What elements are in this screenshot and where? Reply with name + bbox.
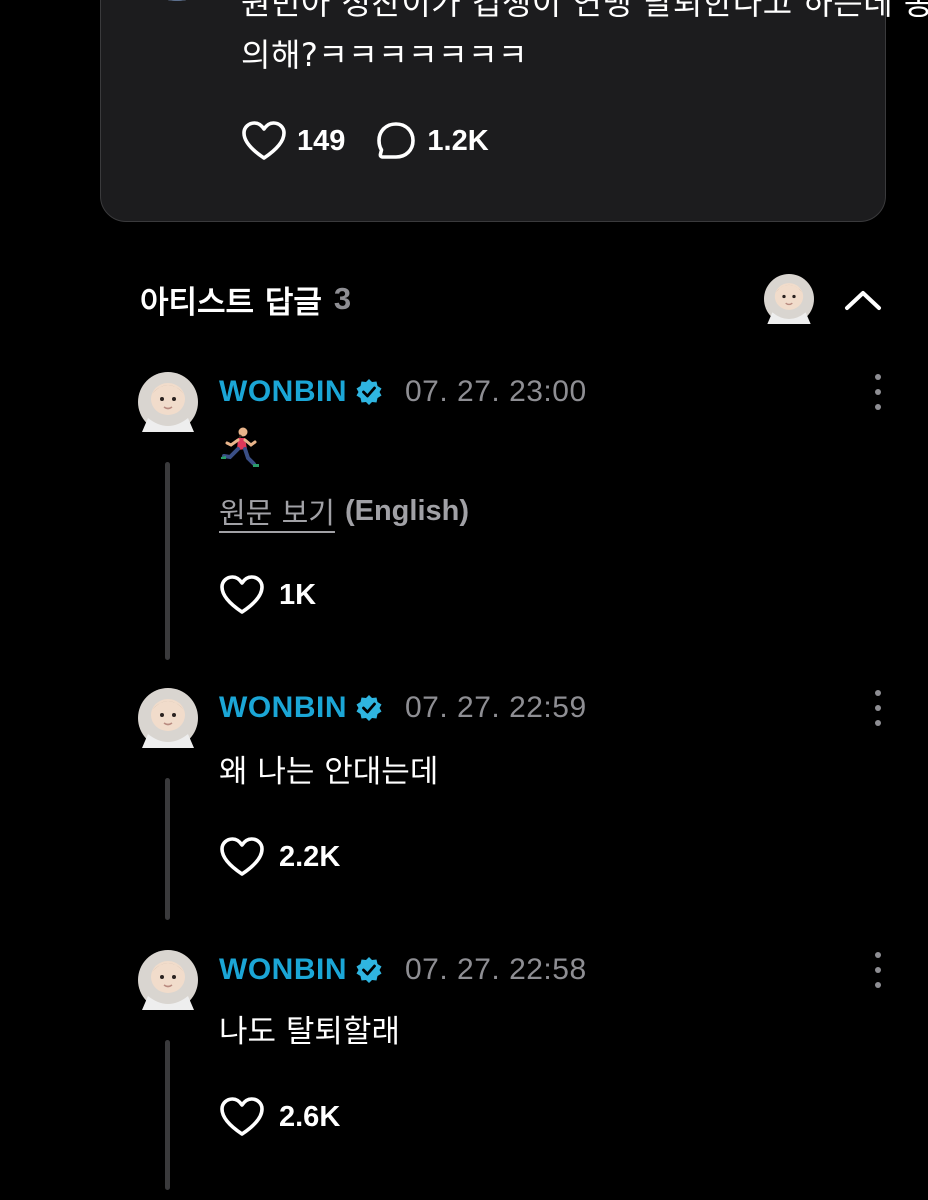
reply-like-count: 2.2K: [279, 840, 341, 873]
heart-icon: [220, 575, 264, 614]
post-comment-button[interactable]: 1.2K: [375, 120, 489, 162]
more-vertical-icon: [875, 374, 881, 380]
heart-icon: [220, 837, 264, 876]
thread-line: [165, 1040, 170, 1190]
artist-replies-count: 3: [333, 281, 352, 316]
reply-item: WONBIN 07. 27. 22:59 왜 나는 안대는데 2.2K: [0, 688, 928, 928]
heart-icon: [242, 121, 286, 160]
more-dot: [875, 705, 881, 711]
artist-avatar[interactable]: [138, 372, 198, 432]
reply-like-count: 1K: [279, 578, 317, 611]
more-options-button[interactable]: [866, 952, 890, 988]
reply-like-count: 2.6K: [279, 1100, 341, 1133]
artist-avatar[interactable]: [138, 688, 198, 748]
reply-content: 왜 나는 안대는데: [219, 754, 439, 790]
artist-name[interactable]: WONBIN: [219, 375, 347, 409]
original-post-card[interactable]: 원빈아 성찬이가 겁쟁이 연맹 탈퇴한다고 하는데 동의해?ㅋㅋㅋㅋㅋㅋㅋ 14…: [100, 0, 928, 222]
reply-header: WONBIN 07. 27. 22:58: [219, 950, 587, 990]
more-dot: [875, 967, 881, 973]
more-dot: [875, 404, 881, 410]
thread-line: [165, 778, 170, 920]
more-dot: [875, 720, 881, 726]
reply-timestamp: 07. 27. 22:59: [404, 691, 587, 724]
comment-bubble-icon: [377, 122, 416, 159]
more-options-button[interactable]: [866, 374, 890, 410]
reply-like-button[interactable]: 1K: [219, 574, 316, 616]
post-comment-count: 1.2K: [427, 124, 489, 157]
reply-content: 나도 탈퇴할래: [219, 1014, 400, 1050]
more-vertical-icon: [875, 690, 881, 696]
post-like-count: 149: [297, 124, 346, 157]
translate-row: 원문 보기 (English): [219, 490, 469, 532]
artist-avatar[interactable]: [764, 274, 814, 324]
artist-avatar[interactable]: [138, 950, 198, 1010]
reply-item: WONBIN 07. 27. 23:00 🏃‍♀️ 원문 보기 (English…: [0, 372, 928, 662]
fan-avatar[interactable]: [141, 0, 213, 1]
reply-like-button[interactable]: 2.2K: [219, 836, 340, 878]
collapse-replies-button[interactable]: [840, 280, 886, 320]
more-dot: [875, 389, 881, 395]
post-stats: 149 1.2K: [241, 119, 519, 163]
artist-replies-title: 아티스트 답글: [140, 284, 322, 321]
post-text: 원빈아 성찬이가 겁쟁이 연맹 탈퇴한다고 하는데 동의해?ㅋㅋㅋㅋㅋㅋㅋ: [241, 0, 928, 74]
reply-like-button[interactable]: 2.6K: [219, 1096, 340, 1138]
thread-line: [165, 462, 170, 660]
verified-badge-icon: [356, 957, 382, 983]
reply-item: WONBIN 07. 27. 22:58 나도 탈퇴할래 2.6K: [0, 950, 928, 1200]
more-dot: [875, 982, 881, 988]
more-options-button[interactable]: [866, 690, 890, 726]
reply-header: WONBIN 07. 27. 23:00: [219, 372, 587, 412]
verified-badge-icon: [356, 695, 382, 721]
original-language: (English): [344, 494, 469, 527]
artist-name[interactable]: WONBIN: [219, 953, 347, 987]
artist-name[interactable]: WONBIN: [219, 691, 347, 725]
reply-timestamp: 07. 27. 23:00: [404, 375, 587, 408]
view-original-link[interactable]: 원문 보기: [219, 490, 335, 532]
chevron-up-icon: [845, 291, 881, 310]
verified-badge-icon: [356, 379, 382, 405]
artist-replies-header: 아티스트 답글 3: [140, 276, 351, 322]
reply-content: 🏃‍♀️: [264, 426, 265, 427]
reply-header: WONBIN 07. 27. 22:59: [219, 688, 587, 728]
runner-emoji-icon: 🏃‍♀️: [218, 426, 264, 472]
more-vertical-icon: [875, 952, 881, 958]
reply-timestamp: 07. 27. 22:58: [404, 953, 587, 986]
heart-icon: [220, 1097, 264, 1136]
post-like-button[interactable]: 149: [241, 120, 345, 162]
